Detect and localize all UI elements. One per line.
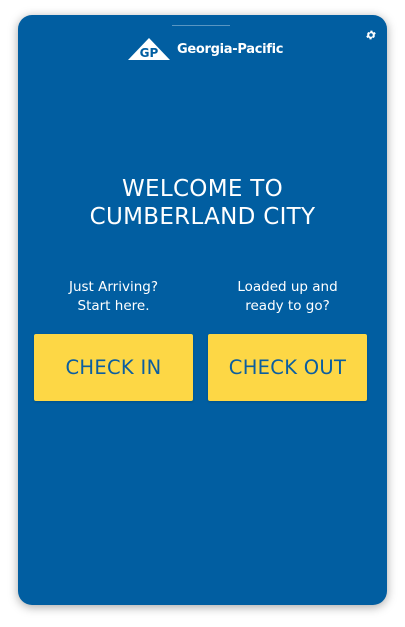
- gear-icon[interactable]: [365, 29, 377, 41]
- welcome-line-2: CUMBERLAND CITY: [89, 204, 316, 230]
- check-in-prompt-line-1: Just Arriving?: [68, 279, 159, 295]
- brand-name: Georgia-Pacific: [177, 41, 284, 57]
- check-in-prompt-line-2: Start here.: [77, 298, 150, 314]
- welcome-heading: WELCOME TO CUMBERLAND CITY: [18, 175, 387, 231]
- drag-handle: [172, 25, 230, 26]
- gp-logo-icon: GP: [128, 38, 170, 60]
- app-window: GP Georgia-Pacific WELCOME TO CUMBERLAND…: [0, 0, 405, 627]
- check-in-prompt: Just Arriving? Start here.: [34, 278, 193, 316]
- kiosk-panel: GP Georgia-Pacific WELCOME TO CUMBERLAND…: [18, 15, 387, 605]
- check-out-prompt-line-2: ready to go?: [245, 298, 330, 314]
- check-in-button[interactable]: CHECK IN: [34, 334, 193, 401]
- logo-initials: GP: [140, 46, 159, 60]
- welcome-line-1: WELCOME TO: [121, 176, 284, 202]
- check-out-button[interactable]: CHECK OUT: [208, 334, 367, 401]
- check-out-prompt: Loaded up and ready to go?: [208, 278, 367, 316]
- brand-logo: GP Georgia-Pacific: [127, 37, 284, 61]
- check-out-prompt-line-1: Loaded up and: [237, 279, 338, 295]
